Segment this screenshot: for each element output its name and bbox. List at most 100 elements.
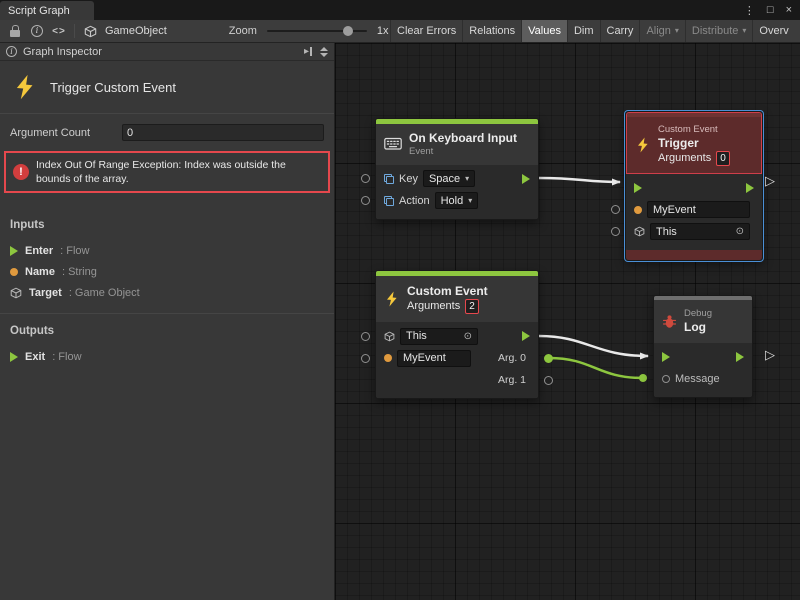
arg1-output-port[interactable] <box>544 376 553 385</box>
custom-event-bolt-icon <box>12 74 38 100</box>
error-message-box: ! Index Out Of Range Exception: Index wa… <box>4 151 330 193</box>
wire-endpoint-dot <box>639 374 647 382</box>
arguments-count-badge[interactable]: 2 <box>465 299 479 314</box>
arguments-label: Arguments <box>407 299 460 314</box>
divider <box>0 113 334 114</box>
node-category: Custom Event <box>658 124 730 136</box>
divider <box>0 313 334 314</box>
overview-button[interactable]: Overv <box>752 20 794 42</box>
message-input-port[interactable] <box>662 375 670 383</box>
align-button[interactable]: Align ▾ <box>639 20 684 42</box>
align-label: Align <box>646 25 670 37</box>
graph-inspector-header: i Graph Inspector ▸ <box>0 43 334 61</box>
port-type: : String <box>62 266 97 278</box>
chevron-down-icon: ▾ <box>465 175 469 183</box>
zoom-slider[interactable] <box>267 24 367 38</box>
target-object-field[interactable]: This ⊙ <box>400 328 478 345</box>
action-input-port[interactable] <box>361 196 370 205</box>
cube-icon <box>634 226 645 237</box>
cube-icon <box>384 331 395 342</box>
node-title: On Keyboard Input <box>409 131 517 146</box>
custom-event-bolt-icon <box>635 137 651 153</box>
dim-button[interactable]: Dim <box>567 20 600 42</box>
inputs-heading: Inputs <box>10 219 324 231</box>
wire-customevent-to-debug <box>539 336 648 356</box>
key-value: Space <box>429 173 460 185</box>
node-title: Log <box>684 320 712 335</box>
zoom-label: Zoom <box>229 25 257 37</box>
object-picker-icon[interactable]: ⊙ <box>464 331 472 342</box>
error-message-text: Index Out Of Range Exception: Index was … <box>36 158 321 186</box>
gameobject-reference[interactable]: GameObject <box>105 25 167 37</box>
toolbar-button-group: Clear Errors Relations Values Dim Carry … <box>390 20 795 42</box>
port-name: Exit <box>25 351 45 363</box>
input-port-row-target: Target : Game Object <box>10 282 324 303</box>
chevron-down-icon: ▾ <box>468 197 472 205</box>
error-icon: ! <box>13 164 29 180</box>
flow-output-port[interactable] <box>736 352 744 362</box>
window-close-icon[interactable]: × <box>786 4 792 16</box>
node-custom-event[interactable]: Custom Event Arguments 2 This ⊙ <box>375 270 539 399</box>
node-title: Trigger <box>658 136 730 151</box>
port-type: : Flow <box>52 351 81 363</box>
arg1-label: Arg. 1 <box>498 374 526 386</box>
arguments-count-badge[interactable]: 0 <box>716 151 730 166</box>
flow-output-port[interactable] <box>522 331 530 341</box>
clear-errors-button[interactable]: Clear Errors <box>390 20 462 42</box>
target-input-port[interactable] <box>361 332 370 341</box>
chevron-down-icon: ▾ <box>675 27 679 35</box>
flow-output-port[interactable] <box>746 183 754 193</box>
info-icon[interactable]: i <box>26 20 48 42</box>
chevron-down-icon: ▾ <box>742 27 746 35</box>
key-dropdown[interactable]: Space ▾ <box>423 170 475 187</box>
node-on-keyboard-input[interactable]: On Keyboard Input Event Key Space ▾ <box>375 118 539 220</box>
outputs-heading: Outputs <box>10 325 324 337</box>
distribute-button[interactable]: Distribute ▾ <box>685 20 752 42</box>
window-maximize-icon[interactable]: □ <box>767 4 774 16</box>
error-highlight-border: Custom Event Trigger Arguments 0 <box>626 112 762 174</box>
toolbar-separator <box>74 24 75 38</box>
enum-icon <box>384 196 394 206</box>
carry-button[interactable]: Carry <box>600 20 640 42</box>
action-label: Action <box>399 195 430 207</box>
relations-button[interactable]: Relations <box>462 20 521 42</box>
values-button[interactable]: Values <box>521 20 567 42</box>
event-name-input-port[interactable] <box>361 354 370 363</box>
window-menu-icon[interactable]: ⋮ <box>744 4 755 17</box>
input-port-row-name: Name : String <box>10 261 324 282</box>
target-object-field[interactable]: This ⊙ <box>650 223 750 240</box>
flow-input-port[interactable] <box>662 352 670 362</box>
node-debug-log[interactable]: Debug Log Message <box>653 295 753 398</box>
node-category: Debug <box>684 308 712 320</box>
flow-input-port[interactable] <box>634 183 642 193</box>
event-name-input-port[interactable] <box>611 205 620 214</box>
zoom-value: 1x <box>377 25 389 37</box>
tab-script-graph[interactable]: Script Graph <box>0 1 94 20</box>
key-input-port[interactable] <box>361 174 370 183</box>
argument-count-label: Argument Count <box>10 127 122 139</box>
flow-output-port[interactable] <box>522 174 530 184</box>
distribute-label: Distribute <box>692 25 738 37</box>
arg0-label: Arg. 0 <box>498 352 526 364</box>
event-name-field[interactable]: MyEvent <box>397 350 471 367</box>
node-footer <box>626 250 762 260</box>
argument-count-input[interactable] <box>122 124 324 141</box>
node-subtitle: Event <box>409 146 517 158</box>
graph-canvas[interactable]: On Keyboard Input Event Key Space ▾ <box>335 43 800 600</box>
target-input-port[interactable] <box>611 227 620 236</box>
dock-icon[interactable]: ▸ <box>304 46 312 57</box>
arg0-output-port[interactable] <box>544 354 553 363</box>
scroll-arrows-icon[interactable] <box>320 47 328 57</box>
action-value: Hold <box>441 195 464 207</box>
input-port-row-enter: Enter : Flow <box>10 240 324 261</box>
cube-icon <box>10 287 22 299</box>
event-name-field[interactable]: MyEvent <box>647 201 750 218</box>
lock-icon[interactable] <box>4 20 26 42</box>
string-dot-icon <box>384 354 392 362</box>
node-trigger-custom-event[interactable]: Custom Event Trigger Arguments 0 <box>625 111 763 261</box>
port-name: Enter <box>25 245 53 257</box>
zoom-slider-handle[interactable] <box>343 26 353 36</box>
action-dropdown[interactable]: Hold ▾ <box>435 192 479 209</box>
code-icon[interactable]: <> <box>48 20 70 42</box>
object-picker-icon[interactable]: ⊙ <box>736 226 744 237</box>
